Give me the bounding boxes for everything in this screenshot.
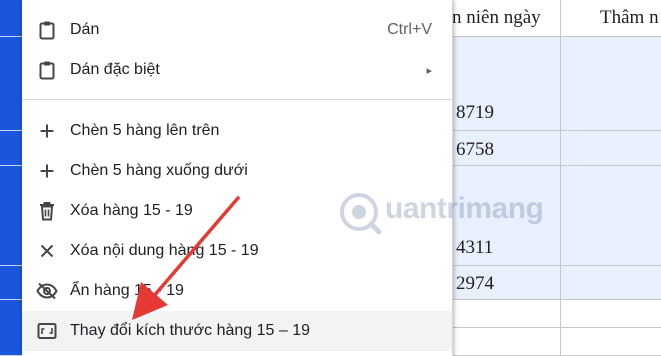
row-header[interactable]: [0, 300, 22, 356]
menu-divider: [22, 99, 452, 100]
menu-item-label: Xóa nội dung hàng 15 - 19: [70, 242, 259, 259]
clipboard-icon: [36, 59, 58, 81]
column-header-cell[interactable]: n niên ngày: [440, 0, 561, 37]
menu-item-insert-rows-above[interactable]: Chèn 5 hàng lên trên: [22, 111, 452, 151]
table-cell[interactable]: [561, 328, 661, 356]
table-cell[interactable]: [561, 37, 661, 131]
trash-icon: [36, 200, 58, 222]
submenu-arrow-icon: ▸: [426, 64, 432, 77]
menu-item-hide-rows[interactable]: Ẩn hàng 15 - 19: [22, 271, 452, 311]
menu-item-resize-rows[interactable]: Thay đổi kích thước hàng 15 – 19: [22, 311, 452, 351]
row-header[interactable]: [0, 0, 22, 37]
menu-item-label: Dán đặc biệt: [70, 61, 160, 78]
table-cell[interactable]: [561, 300, 661, 328]
cell-text: Thâm n: [600, 7, 659, 28]
menu-item-shortcut: Ctrl+V: [387, 21, 432, 38]
row-header[interactable]: [0, 166, 22, 266]
table-cell[interactable]: 2974: [440, 266, 561, 300]
menu-item-label: Dán: [70, 21, 100, 38]
clipboard-icon: [36, 19, 58, 41]
context-menu: Dán Ctrl+V Dán đặc biệt ▸ Chèn 5 hàng lê…: [22, 0, 453, 356]
menu-item-paste[interactable]: Dán Ctrl+V: [22, 10, 452, 50]
plus-icon: [36, 160, 58, 182]
cell-text: n niên ngày: [452, 7, 541, 28]
resize-icon: [36, 320, 58, 342]
plus-icon: [36, 120, 58, 142]
menu-item-paste-special[interactable]: Dán đặc biệt ▸: [22, 50, 452, 90]
cell-value: 6758: [456, 139, 494, 160]
menu-item-label: Thay đổi kích thước hàng 15 – 19: [70, 322, 311, 339]
table-cell[interactable]: [440, 300, 561, 328]
close-icon: [36, 240, 58, 262]
menu-item-delete-rows[interactable]: Xóa hàng 15 - 19: [22, 191, 452, 231]
table-cell[interactable]: 6758: [440, 131, 561, 166]
row-header[interactable]: [0, 266, 22, 300]
cell-value: 2974: [456, 273, 494, 294]
table-cell[interactable]: [561, 266, 661, 300]
menu-item-label: Chèn 5 hàng xuống dưới: [70, 162, 248, 179]
menu-item-label: Chèn 5 hàng lên trên: [70, 122, 220, 139]
eye-off-icon: [36, 280, 58, 302]
cell-value: 8719: [456, 102, 494, 123]
menu-item-insert-rows-below[interactable]: Chèn 5 hàng xuống dưới: [22, 151, 452, 191]
menu-item-label: Ẩn hàng 15 - 19: [70, 282, 184, 299]
row-header[interactable]: [0, 131, 22, 166]
row-header[interactable]: [0, 37, 22, 131]
table-cell[interactable]: [561, 131, 661, 166]
table-cell[interactable]: 8719: [440, 37, 561, 131]
menu-item-clear-row-contents[interactable]: Xóa nội dung hàng 15 - 19: [22, 231, 452, 271]
menu-item-label: Xóa hàng 15 - 19: [70, 202, 193, 219]
table-cell[interactable]: 4311: [440, 166, 561, 266]
table-cell[interactable]: [561, 166, 661, 266]
column-header-cell[interactable]: Thâm n: [561, 0, 661, 37]
table-cell[interactable]: [440, 328, 561, 356]
cell-value: 4311: [456, 237, 494, 258]
